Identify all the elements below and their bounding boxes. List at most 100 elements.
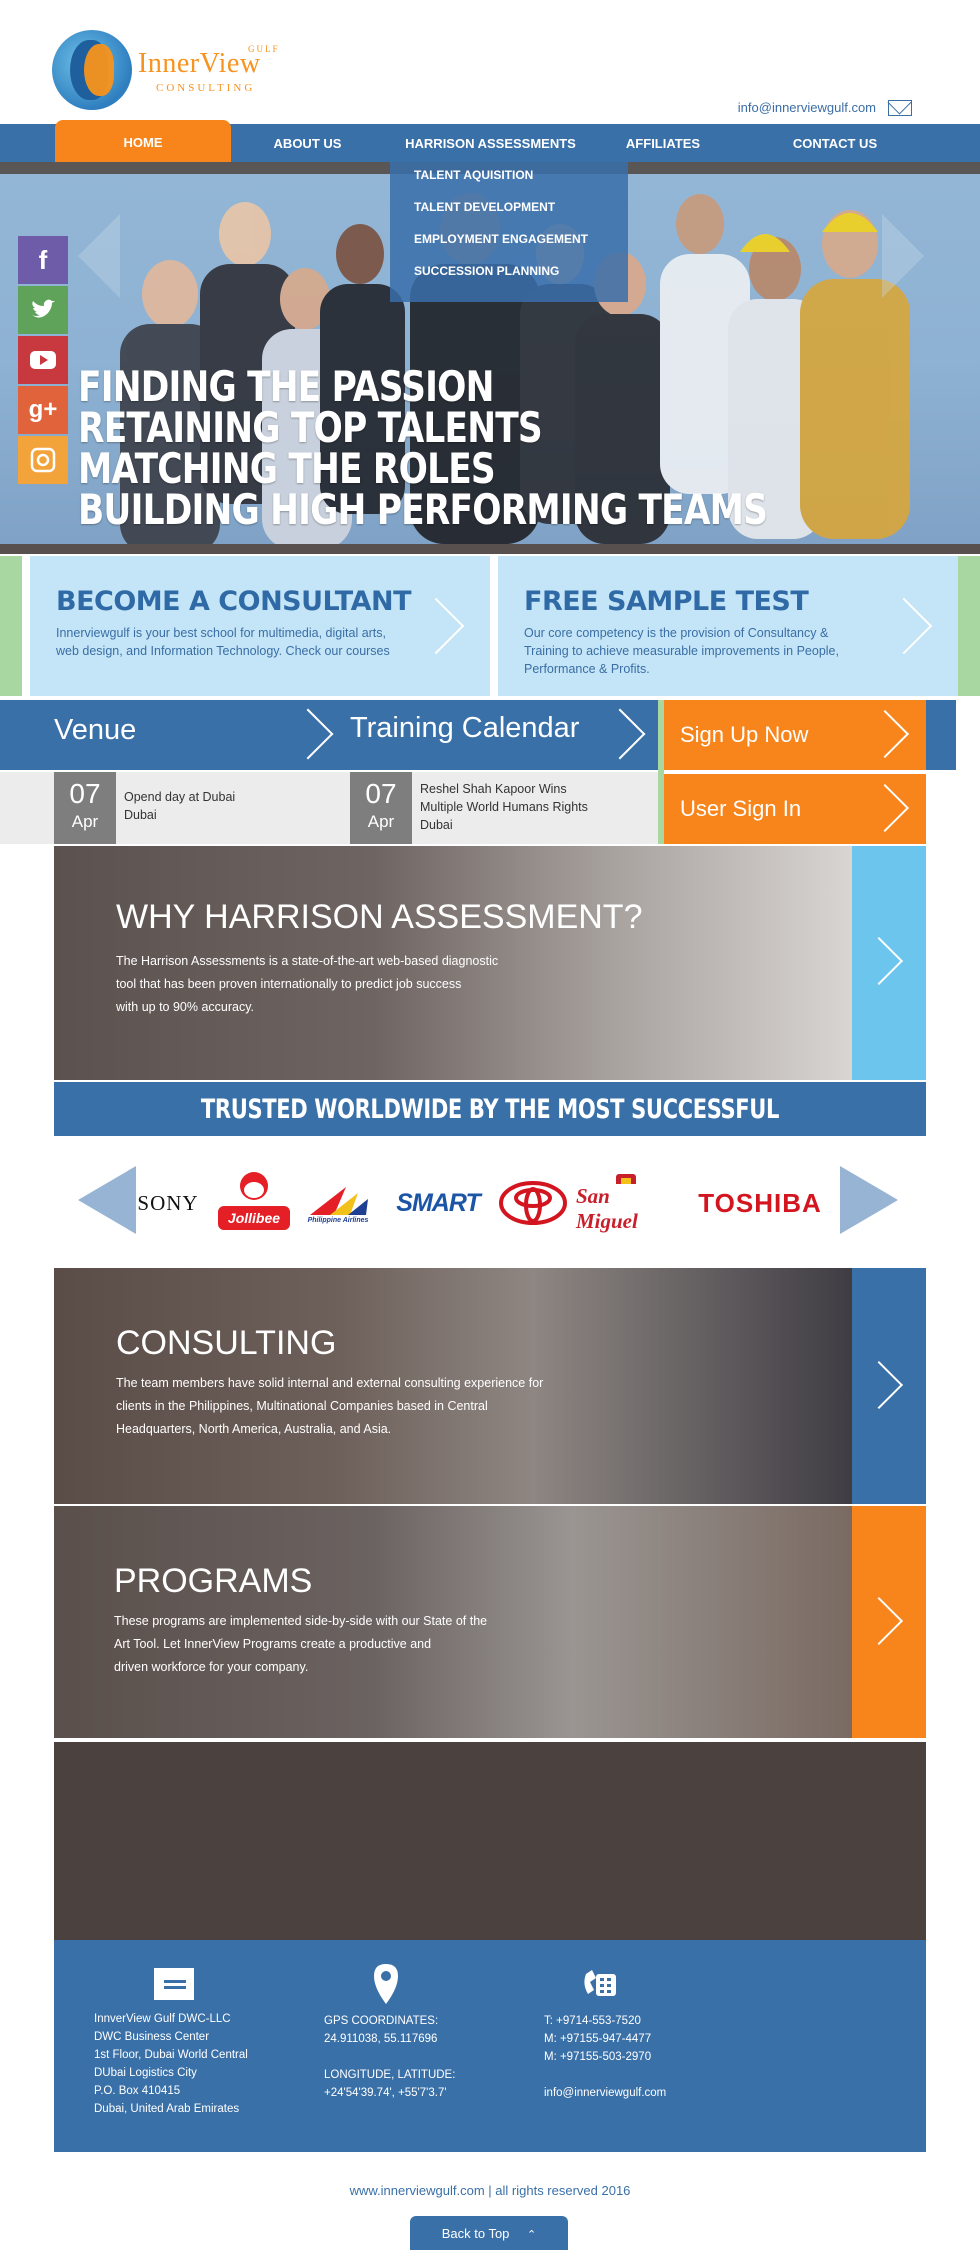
chevron-right-icon (282, 708, 334, 760)
hero-line-4: BUILDING HIGH PERFORMING TEAMS (78, 485, 768, 534)
event-1-day: 07 (69, 778, 101, 809)
logos-next-arrow[interactable] (840, 1166, 898, 1234)
mailbox-icon (154, 1968, 194, 2000)
longlat-label: LONGITUDE, LATITUDE: (324, 2069, 456, 2081)
address-line-3: 1st Floor, Dubai World Central (94, 2049, 248, 2061)
philippine-airlines-text: Philippine Airlines (307, 1216, 369, 1224)
harrison-title: WHY HARRISON ASSESSMENT? (116, 898, 643, 936)
chevron-up-icon: ⌃ (527, 2229, 537, 2241)
address-line-5: P.O. Box 410415 (94, 2085, 181, 2097)
nav-harrison-assessments[interactable]: HARRISON ASSESSMENTS (398, 124, 583, 162)
instagram-icon[interactable] (18, 436, 68, 484)
footer-contact: T: +9714-553-7520 M: +97155-947-4477 M: … (544, 2012, 666, 2102)
harrison-text-line-2: tool that has been proven internationall… (116, 977, 462, 991)
phone-icon (584, 1970, 616, 1996)
back-to-top-label: Back to Top (441, 2226, 510, 2241)
event-1-month: Apr (71, 812, 99, 831)
map-area[interactable] (54, 1742, 926, 1940)
header-email-link[interactable]: info@innerviewgulf.com (738, 100, 876, 115)
envelope-icon[interactable] (888, 100, 912, 116)
logo-sony: SONY (137, 1190, 199, 1215)
harrison-text-line-3: with up to 90% accuracy. (116, 1000, 255, 1014)
calendar-bar: Venue Training Calendar (0, 700, 660, 770)
hero-line-1: FINDING THE PASSION (78, 362, 494, 411)
become-consultant-box[interactable]: BECOME A CONSULTANT Innerviewgulf is you… (30, 556, 490, 696)
longlat-value: +24'54'39.74', +55'7'3.7' (324, 2087, 447, 2099)
brand-logo[interactable]: InnerView GULF CONSULTING (52, 30, 278, 110)
right-blue-block (926, 700, 956, 770)
footer-address: InnverView Gulf DWC-LLC DWC Business Cen… (94, 2010, 248, 2118)
logo-jollibee: Jollibee (214, 1172, 294, 1234)
brand-gulf: GULF (248, 44, 280, 54)
programs-text-line-3: driven workforce for your company. (114, 1660, 309, 1674)
sign-in-button[interactable]: User Sign In (664, 774, 926, 844)
free-sample-test-text: Our core competency is the provision of … (524, 626, 839, 676)
youtube-icon[interactable] (18, 336, 68, 384)
gps-value: 24.911038, 55.117696 (324, 2033, 438, 2045)
venue-label[interactable]: Venue (54, 714, 136, 747)
submenu-talent-development[interactable]: TALENT DEVELOPMENT (414, 200, 555, 214)
free-sample-test-box[interactable]: FREE SAMPLE TEST Our core competency is … (498, 556, 958, 696)
consulting-text-line-3: Headquarters, North America, Australia, … (116, 1422, 392, 1436)
logo-san-miguel: San Miguel (576, 1172, 676, 1234)
consulting-panel-side (852, 1268, 926, 1504)
harrison-panel[interactable]: WHY HARRISON ASSESSMENT? The Harrison As… (54, 846, 926, 1080)
logo-toyota (496, 1172, 570, 1234)
nav-home[interactable]: HOME (55, 120, 231, 162)
programs-panel[interactable]: PROGRAMS These programs are implemented … (54, 1506, 926, 1738)
san-miguel-crest-icon (616, 1174, 636, 1184)
page: InnerView GULF CONSULTING info@innerview… (0, 0, 980, 2250)
event-2-line-2: Multiple World Humans Rights (420, 800, 588, 814)
logo-head-icon (52, 30, 132, 110)
hero-next-arrow[interactable] (882, 214, 924, 298)
event-2-day: 07 (365, 778, 397, 809)
consulting-title: CONSULTING (116, 1324, 337, 1362)
become-consultant-title: BECOME A CONSULTANT (56, 586, 412, 617)
san-miguel-text: San Miguel (576, 1184, 638, 1233)
location-pin-icon (374, 1964, 398, 2004)
nav-about-us[interactable]: ABOUT US (250, 124, 365, 162)
sign-up-button[interactable]: Sign Up Now (664, 700, 926, 770)
back-to-top-button[interactable]: Back to Top ⌃ (410, 2216, 568, 2250)
nav-contact-us[interactable]: CONTACT US (770, 124, 900, 162)
consulting-text-line-1: The team members have solid internal and… (116, 1376, 544, 1390)
submenu-employment-engagement[interactable]: EMPLOYMENT ENGAGEMENT (414, 232, 588, 246)
training-calendar-label[interactable]: Training Calendar (350, 712, 579, 745)
google-plus-icon[interactable]: g+ (18, 386, 68, 434)
consulting-text: The team members have solid internal and… (116, 1372, 596, 1441)
copyright: www.innerviewgulf.com | all rights reser… (349, 2183, 631, 2198)
address-line-2: DWC Business Center (94, 2031, 210, 2043)
nav-affiliates[interactable]: AFFILIATES (608, 124, 718, 162)
contact-email-link[interactable]: info@innerviewgulf.com (544, 2084, 666, 2102)
facebook-icon[interactable]: f (18, 236, 68, 284)
hero-prev-arrow[interactable] (78, 214, 120, 298)
event-2-text[interactable]: Reshel Shah Kapoor Wins Multiple World H… (420, 780, 588, 834)
harrison-text: The Harrison Assessments is a state-of-t… (116, 950, 556, 1019)
programs-text: These programs are implemented side-by-s… (114, 1610, 554, 1679)
chevron-right-icon (407, 597, 465, 655)
consulting-panel[interactable]: CONSULTING The team members have solid i… (54, 1268, 926, 1504)
chevron-right-icon (875, 597, 933, 655)
jollibee-text: Jollibee (218, 1206, 290, 1230)
logo-toshiba: TOSHIBA (698, 1187, 822, 1218)
event-2-line-1: Reshel Shah Kapoor Wins (420, 782, 567, 796)
programs-text-line-2: Art Tool. Let InnerView Programs create … (114, 1637, 432, 1651)
event-1-text[interactable]: Opend day at Dubai Dubai (124, 788, 235, 824)
hero-line-2: RETAINING TOP TALENTS (78, 403, 543, 452)
harrison-text-line-1: The Harrison Assessments is a state-of-t… (116, 954, 499, 968)
event-1-line-1: Opend day at Dubai (124, 790, 236, 804)
chevron-right-icon (594, 708, 646, 760)
sign-up-label: Sign Up Now (680, 722, 809, 747)
submenu-succession-planning[interactable]: SUCCESSION PLANNING (414, 264, 559, 278)
chevron-right-icon (854, 936, 904, 986)
brand-sub: CONSULTING (156, 82, 256, 94)
twitter-icon[interactable] (18, 286, 68, 334)
event-2-line-3: Dubai (420, 818, 453, 832)
chevron-right-icon (854, 1360, 904, 1410)
submenu-talent-aquisition[interactable]: TALENT AQUISITION (414, 168, 533, 182)
harrison-panel-side (852, 846, 926, 1080)
hero-line-3: MATCHING THE ROLES (78, 444, 496, 493)
right-accent-strip (958, 556, 980, 696)
main-nav: HOME ABOUT US HARRISON ASSESSMENTS AFFIL… (0, 120, 980, 162)
logo-smart: SMART (396, 1188, 480, 1217)
